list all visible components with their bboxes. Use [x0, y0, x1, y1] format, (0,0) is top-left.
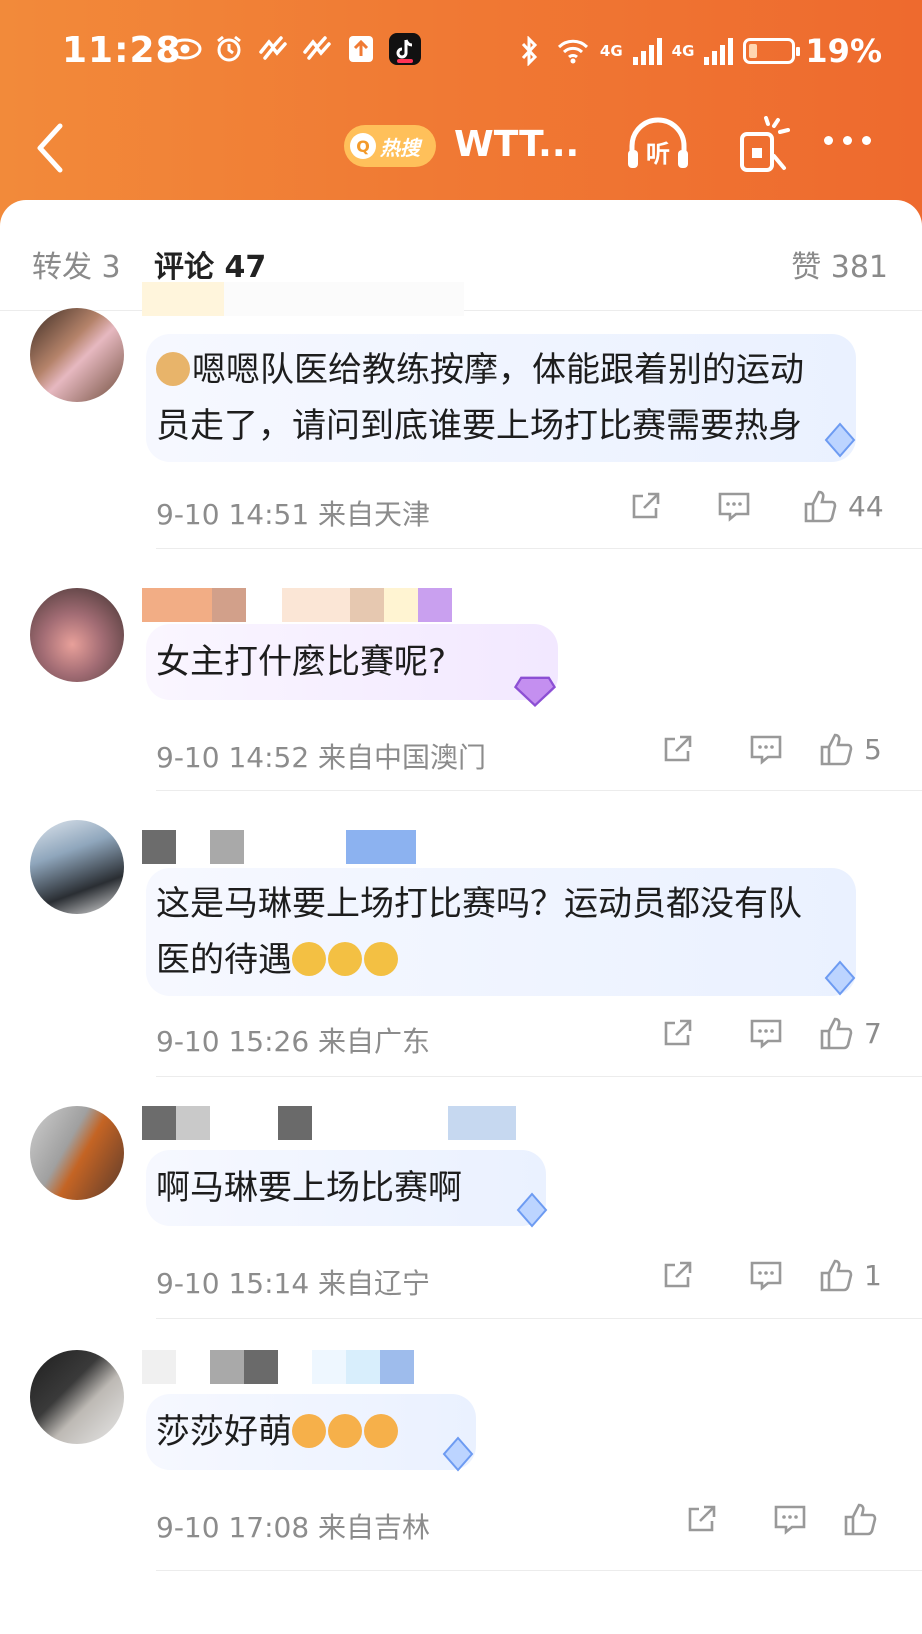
status-app-icons: [168, 32, 422, 66]
status-time: 11:28: [62, 30, 182, 71]
battery-percent: 19%: [805, 32, 882, 70]
comment-text[interactable]: 这是马琳要上场打比赛吗？运动员都没有队 医的待遇: [156, 876, 802, 988]
wifi-icon: [556, 34, 590, 68]
comment-meta: 9-10 15:26 来自广东: [156, 1025, 431, 1058]
like-button[interactable]: 7: [810, 1015, 922, 1051]
bluetooth-icon: [512, 34, 546, 68]
crying-emoji-icon: [292, 942, 326, 976]
app-notify-icon-2: [300, 32, 334, 66]
signal-icon-2: [704, 37, 734, 65]
listen-button[interactable]: 听: [624, 116, 692, 176]
comment-actions: 1: [634, 1257, 922, 1293]
share-button[interactable]: [634, 1017, 722, 1049]
comment-actions: 7: [634, 1015, 922, 1051]
comment-meta: 9-10 17:08 来自吉林: [156, 1511, 431, 1544]
diamond-badge-icon: [442, 1436, 474, 1472]
share-button[interactable]: [658, 1503, 746, 1535]
share-button[interactable]: [602, 490, 690, 522]
hot-search-label: 热搜: [380, 135, 420, 160]
app-notify-icon: [256, 32, 290, 66]
signal-icon: [632, 37, 662, 65]
crying-emoji-icon: [328, 942, 362, 976]
like-button[interactable]: 5: [810, 731, 922, 767]
reply-button[interactable]: [722, 1259, 810, 1291]
comment-actions: 5: [634, 731, 922, 767]
share-button[interactable]: [634, 733, 722, 765]
eye-icon: [168, 32, 202, 66]
comment-actions: 44: [602, 488, 922, 524]
comment-divider: [156, 790, 922, 791]
username-blurred[interactable]: [142, 1350, 414, 1384]
battery-icon: [743, 38, 801, 64]
comment-meta: 9-10 15:14 来自辽宁: [156, 1267, 431, 1300]
avatar[interactable]: [30, 1350, 124, 1444]
comment-meta: 9-10 14:51 来自天津: [156, 498, 431, 531]
purple-gem-badge-icon: [513, 676, 557, 707]
listen-label: 听: [646, 140, 670, 168]
avatar[interactable]: [30, 588, 124, 682]
username-blurred[interactable]: [142, 282, 464, 316]
tab-likes[interactable]: 赞 381: [791, 242, 888, 286]
comment-divider: [156, 1318, 922, 1319]
page-title[interactable]: WTT...: [454, 124, 579, 165]
heart-eyes-emoji-icon: [364, 1414, 398, 1448]
upload-icon: [344, 32, 378, 66]
diamond-badge-icon: [516, 1192, 548, 1228]
reply-button[interactable]: [746, 1503, 834, 1535]
comment-divider: [156, 1076, 922, 1077]
like-count: 5: [864, 732, 882, 766]
comment-text[interactable]: 嗯嗯队医给教练按摩，体能跟着别的运动 员走了，请问到底谁要上场打比赛需要热身: [156, 342, 804, 454]
tab-comments[interactable]: 评论 47: [154, 242, 266, 286]
reply-button[interactable]: [722, 1017, 810, 1049]
heart-eyes-emoji-icon: [292, 1414, 326, 1448]
back-button[interactable]: [30, 114, 70, 174]
like-button[interactable]: [834, 1501, 922, 1537]
heart-eyes-emoji-icon: [328, 1414, 362, 1448]
comment-divider: [156, 548, 922, 549]
diamond-badge-icon: [824, 960, 856, 996]
reply-button[interactable]: [690, 490, 778, 522]
alarm-icon: [212, 32, 246, 66]
network-type-2: 4G: [671, 42, 695, 60]
share-button[interactable]: [634, 1259, 722, 1291]
status-bar: 11:28 4G 4G 19%: [0, 0, 922, 110]
username-blurred[interactable]: [142, 588, 452, 622]
network-type-1: 4G: [599, 42, 623, 60]
like-count: 7: [864, 1016, 882, 1050]
comment-divider: [156, 1570, 922, 1571]
search-icon: Q: [350, 133, 376, 159]
hot-search-badge[interactable]: Q 热搜: [344, 125, 436, 167]
comment-sheet: 转发 3 评论 47 赞 381 嗯嗯队医给教练按摩，体能跟着别的运动 员走了，…: [0, 200, 922, 1634]
dog-emoji-icon: [156, 352, 190, 386]
like-count: 44: [848, 489, 884, 523]
comment-text[interactable]: 莎莎好萌: [156, 1404, 400, 1460]
reply-button[interactable]: [722, 733, 810, 765]
diamond-badge-icon: [824, 422, 856, 458]
comment-meta: 9-10 14:52 来自中国澳门: [156, 741, 487, 774]
like-button[interactable]: 44: [778, 488, 922, 524]
username-blurred[interactable]: [142, 1106, 516, 1140]
comment-text[interactable]: 啊马琳要上场比赛啊: [156, 1160, 462, 1216]
nav-bar: Q 热搜 WTT... 听: [0, 108, 922, 188]
comment-actions: [658, 1501, 922, 1537]
like-button[interactable]: 1: [810, 1257, 922, 1293]
red-packet-search-button[interactable]: [736, 116, 792, 176]
battery-level: [749, 44, 757, 58]
crying-emoji-icon: [364, 942, 398, 976]
tiktok-icon: [388, 32, 422, 66]
like-count: 1: [864, 1258, 882, 1292]
status-right: 4G 4G 19%: [512, 32, 882, 70]
more-options-button[interactable]: [824, 136, 871, 145]
comment-text[interactable]: 女主打什麼比賽呢?: [156, 634, 446, 690]
avatar[interactable]: [30, 308, 124, 402]
avatar[interactable]: [30, 820, 124, 914]
tab-repost[interactable]: 转发 3: [32, 242, 121, 286]
avatar[interactable]: [30, 1106, 124, 1200]
username-blurred[interactable]: [142, 830, 416, 864]
